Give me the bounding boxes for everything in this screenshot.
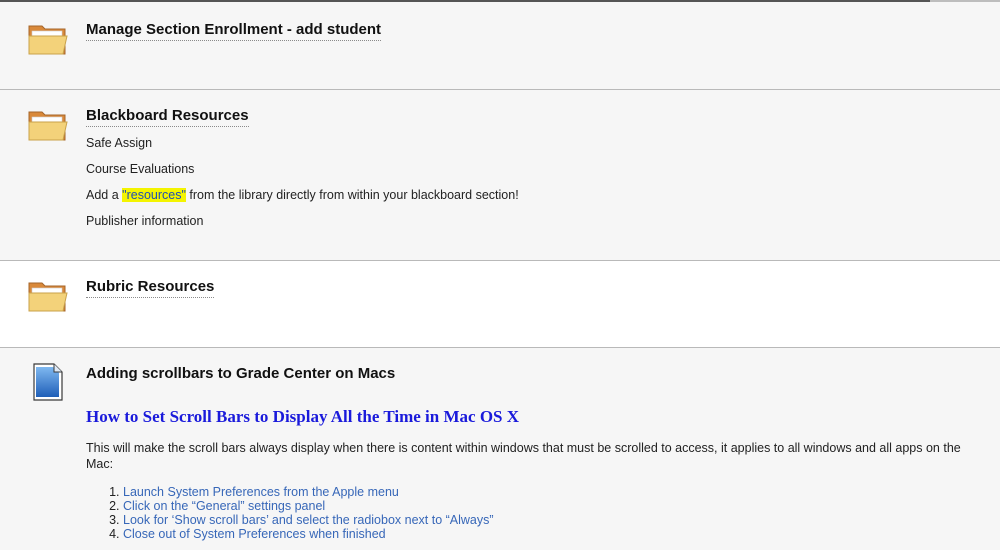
add-resources-text: Add a "resources" from the library direc… — [86, 187, 519, 203]
item-title-link[interactable]: Blackboard Resources — [86, 107, 249, 127]
step-link[interactable]: Close out of System Preferences when fin… — [123, 527, 386, 541]
step-link[interactable]: Click on the “General” settings panel — [123, 499, 325, 513]
folder-icon — [28, 111, 68, 141]
document-icon — [33, 363, 63, 401]
list-item: Look for ‘Show scroll bars’ and select t… — [123, 513, 494, 527]
item-title-link[interactable]: Manage Section Enrollment - add student — [86, 21, 382, 41]
add-resources-after: from the library directly from within yo… — [185, 188, 519, 202]
list-item: Click on the “General” settings panel — [123, 499, 494, 513]
item-title: Adding scrollbars to Grade Center on Mac… — [86, 365, 396, 382]
list-item: Launch System Preferences from the Apple… — [123, 485, 494, 499]
step-link[interactable]: Launch System Preferences from the Apple… — [123, 485, 399, 499]
item-title-link[interactable]: Rubric Resources — [86, 278, 215, 298]
folder-icon — [28, 282, 68, 312]
publisher-information-text: Publisher information — [86, 214, 204, 228]
folder-icon — [28, 25, 68, 55]
resources-highlight-link[interactable]: "resources" — [122, 188, 186, 202]
list-item: Close out of System Preferences when fin… — [123, 527, 494, 541]
content-item-rubric-resources: Rubric Resources — [0, 261, 1000, 348]
safe-assign-text: Safe Assign — [86, 136, 153, 150]
content-item-scrollbars-macs: Adding scrollbars to Grade Center on Mac… — [0, 348, 1000, 550]
content-item-blackboard-resources: Blackboard Resources Safe Assign Course … — [0, 90, 1000, 261]
course-evaluations-text: Course Evaluations — [86, 162, 195, 176]
add-resources-before: Add a — [86, 188, 123, 202]
scrollbars-description: This will make the scroll bars always di… — [86, 441, 961, 471]
step-link[interactable]: Look for ‘Show scroll bars’ and select t… — [123, 513, 494, 527]
steps-list: Launch System Preferences from the Apple… — [86, 485, 494, 541]
content-item-section-enrollment: Manage Section Enrollment - add student — [0, 2, 1000, 90]
mac-scrollbars-article-link[interactable]: How to Set Scroll Bars to Display All th… — [86, 407, 519, 427]
